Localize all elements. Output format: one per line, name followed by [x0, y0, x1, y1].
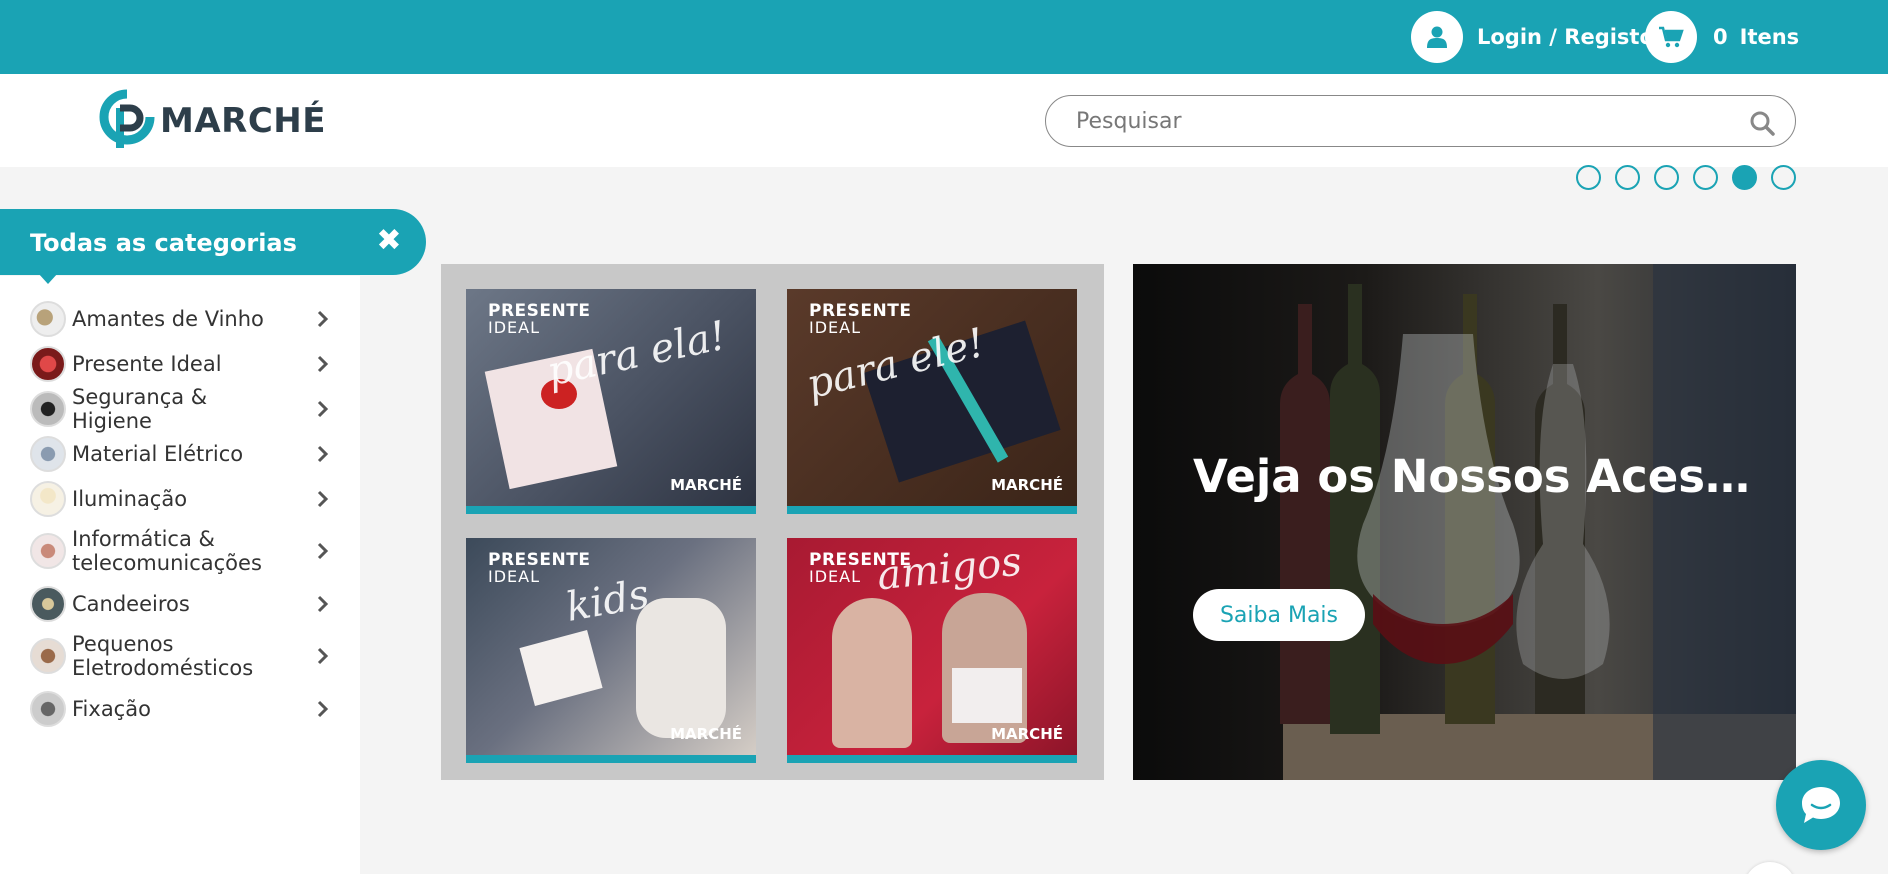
logo-text: MARCHÉ: [160, 101, 326, 141]
chevron-right-icon: [317, 355, 329, 372]
category-label: Amantes de Vinho: [72, 306, 264, 331]
promo-script: para ela!: [543, 312, 731, 396]
category-label: Material Elétrico: [72, 441, 244, 466]
search-icon: [1750, 111, 1775, 136]
promo-accent-bar: [466, 755, 756, 763]
category-label: Iluminação: [72, 486, 188, 511]
chevron-right-icon: [317, 595, 329, 612]
carousel-dot[interactable]: [1654, 165, 1679, 190]
search-input[interactable]: [1076, 106, 1716, 136]
carousel-pagination: [1576, 165, 1796, 190]
category-thumbnail: [30, 638, 66, 674]
promo-accent-bar: [466, 506, 756, 514]
category-item-informatica[interactable]: Informática & telecomunicações: [0, 521, 360, 581]
category-thumbnail: [30, 300, 66, 337]
category-item-fixacao[interactable]: Fixação: [0, 686, 360, 731]
search-bar: [1045, 95, 1796, 147]
categories-header-pointer: [38, 273, 58, 284]
login-register-label: Login / Registo: [1477, 25, 1654, 49]
chevron-right-icon: [317, 400, 329, 417]
gift-box-shape: [952, 668, 1022, 723]
top-bar: Login / Registo 0 Itens: [0, 0, 1888, 74]
logo-mark-icon: [99, 89, 155, 148]
cart-icon: [1645, 11, 1697, 63]
chevron-right-icon: [317, 310, 329, 327]
wine-bottles-image: [1133, 264, 1796, 780]
cart-label: Itens: [1739, 25, 1800, 49]
categories-title: Todas as categorias: [30, 229, 297, 257]
category-thumbnail: [30, 345, 66, 382]
site-header: MARCHÉ: [0, 74, 1888, 167]
carousel-dot[interactable]: [1693, 165, 1718, 190]
user-icon: [1411, 11, 1463, 63]
category-thumbnail: [30, 585, 66, 622]
hero-banner: Veja os Nossos Acessórios Saiba Mais: [1133, 264, 1796, 780]
cart-link[interactable]: 0 Itens: [1645, 11, 1799, 63]
category-label: Candeeiros: [72, 591, 190, 616]
category-item-presente-ideal[interactable]: Presente Ideal: [0, 341, 360, 386]
carousel-dot[interactable]: [1615, 165, 1640, 190]
chevron-right-icon: [317, 700, 329, 717]
promo-banner-grid[interactable]: PRESENTE IDEAL para ela! MARCHÉ PRESENTE…: [441, 264, 1104, 780]
close-icon[interactable]: ✖: [376, 226, 402, 256]
promo-accent-bar: [787, 755, 1077, 763]
promo-tile-para-ela[interactable]: PRESENTE IDEAL para ela! MARCHÉ: [466, 289, 756, 514]
chat-bubble-icon: [1802, 787, 1840, 823]
category-thumbnail: [30, 390, 66, 427]
learn-more-button[interactable]: Saiba Mais: [1193, 589, 1365, 641]
promo-tile-para-ele[interactable]: PRESENTE IDEAL para ele! MARCHÉ: [787, 289, 1077, 514]
category-label: Pequenos Eletrodomésticos: [72, 632, 254, 680]
chevron-right-icon: [317, 490, 329, 507]
category-label: Informática & telecomunicações: [72, 527, 262, 575]
category-thumbnail: [30, 690, 66, 727]
category-thumbnail: [30, 480, 66, 517]
category-thumbnail: [30, 533, 66, 569]
scroll-top-button[interactable]: [1744, 862, 1796, 874]
login-register-link[interactable]: Login / Registo: [1411, 11, 1654, 63]
hero-title: Veja os Nossos Acessórios: [1193, 450, 1753, 503]
chevron-right-icon: [317, 647, 329, 665]
site-logo[interactable]: MARCHÉ: [98, 88, 326, 154]
promo-tile-amigos[interactable]: PRESENTE IDEAL amigos MARCHÉ: [787, 538, 1077, 763]
promo-subtitle: IDEAL: [488, 318, 541, 337]
cart-count: 0: [1713, 25, 1728, 49]
promo-subtitle: IDEAL: [809, 567, 862, 586]
carousel-dot[interactable]: [1771, 165, 1796, 190]
promo-subtitle: IDEAL: [488, 567, 541, 586]
chat-button[interactable]: [1776, 760, 1866, 850]
search-button[interactable]: [1747, 108, 1777, 138]
child-shape: [636, 598, 726, 738]
chevron-right-icon: [317, 542, 329, 560]
carousel-dot-active[interactable]: [1732, 165, 1757, 190]
promo-brand: MARCHÉ: [670, 476, 742, 494]
category-label: Segurança & Higiene: [72, 384, 208, 433]
promo-accent-bar: [787, 506, 1077, 514]
category-item-pequenos-eletrodomesticos[interactable]: Pequenos Eletrodomésticos: [0, 626, 360, 686]
category-item-material-eletrico[interactable]: Material Elétrico: [0, 431, 360, 476]
promo-brand: MARCHÉ: [991, 725, 1063, 743]
category-list: Amantes de Vinho Presente Ideal Seguranç…: [0, 296, 360, 731]
promo-subtitle: IDEAL: [809, 318, 862, 337]
promo-tile-kids[interactable]: PRESENTE IDEAL kids MARCHÉ: [466, 538, 756, 763]
chevron-right-icon: [317, 445, 329, 462]
categories-header[interactable]: Todas as categorias ✖: [0, 209, 426, 275]
carousel-dot[interactable]: [1576, 165, 1601, 190]
promo-brand: MARCHÉ: [670, 725, 742, 743]
promo-script: amigos: [874, 538, 1024, 600]
category-thumbnail: [30, 435, 66, 472]
category-item-candeeiros[interactable]: Candeeiros: [0, 581, 360, 626]
category-item-iluminacao[interactable]: Iluminação: [0, 476, 360, 521]
promo-brand: MARCHÉ: [991, 476, 1063, 494]
category-item-seguranca-higiene[interactable]: Segurança & Higiene: [0, 384, 360, 433]
category-label: Fixação: [72, 696, 151, 721]
category-item-amantes-de-vinho[interactable]: Amantes de Vinho: [0, 296, 360, 341]
person-shape: [832, 598, 912, 748]
category-label: Presente Ideal: [72, 351, 222, 376]
gift-box-shape: [519, 629, 603, 707]
